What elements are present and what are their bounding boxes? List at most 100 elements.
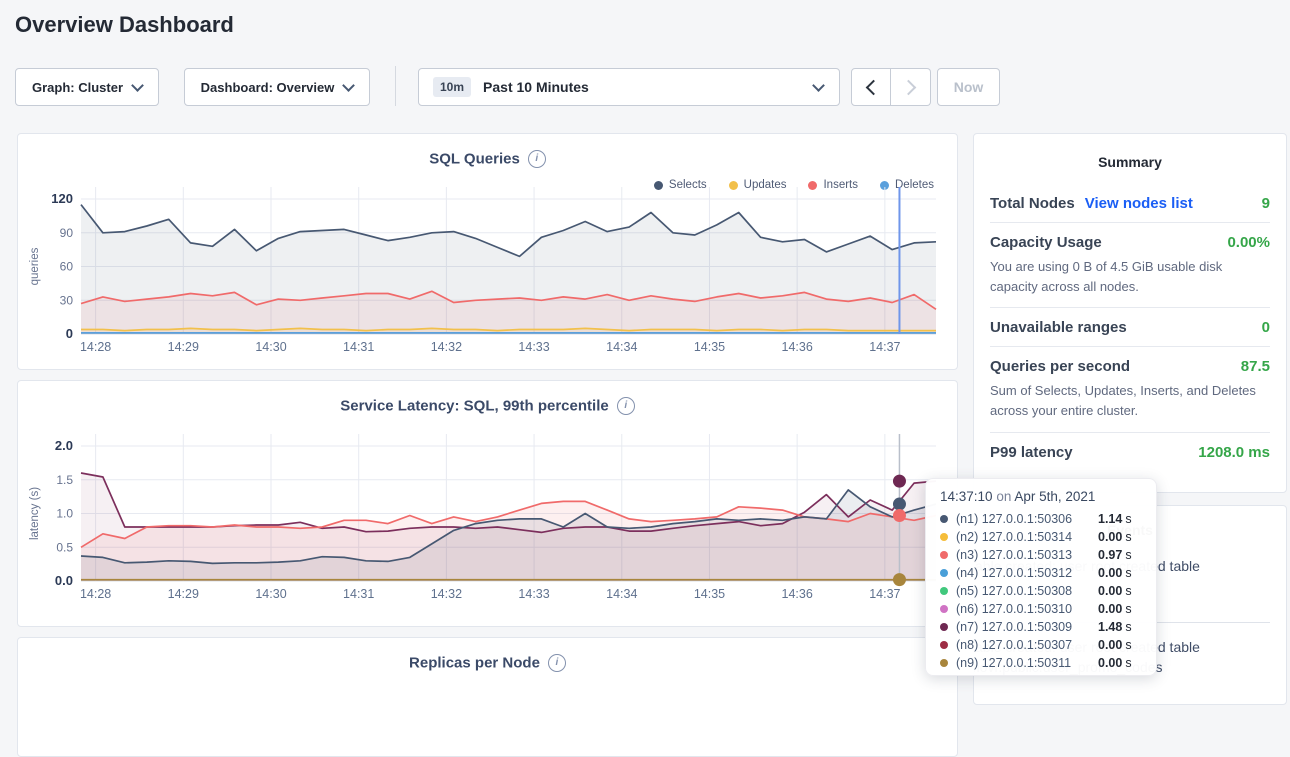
svg-text:14:34: 14:34 xyxy=(606,587,637,601)
latency-unit: s xyxy=(1125,656,1131,670)
tooltip-node-row: (n7) 127.0.0.1:503091.48s xyxy=(940,618,1142,636)
node-latency-value: 0.00 xyxy=(1098,530,1122,544)
svg-text:14:35: 14:35 xyxy=(694,340,725,354)
node-color-dot xyxy=(940,569,948,577)
svg-text:0.5: 0.5 xyxy=(56,540,73,554)
summary-rows: Total Nodes View nodes list 9 Capacity Usag… xyxy=(990,184,1270,471)
node-address: (n4) 127.0.0.1:50312 xyxy=(956,566,1098,580)
summary-row: P99 latency1208.0 ms xyxy=(990,433,1270,471)
node-latency-value: 0.00 xyxy=(1098,602,1122,616)
summary-value: 9 xyxy=(1262,195,1270,212)
latency-unit: s xyxy=(1125,602,1131,616)
summary-value: 87.5 xyxy=(1241,358,1270,375)
dashboard-dropdown[interactable]: Dashboard: Overview xyxy=(184,68,370,106)
summary-label: Unavailable ranges xyxy=(990,319,1127,336)
summary-title: Summary xyxy=(990,154,1270,170)
node-latency-value: 0.00 xyxy=(1098,584,1122,598)
svg-text:14:31: 14:31 xyxy=(343,587,374,601)
summary-subtext: You are using 0 B of 4.5 GiB usable disk… xyxy=(990,257,1270,297)
node-latency-value: 0.00 xyxy=(1098,638,1122,652)
summary-label: P99 latency xyxy=(990,444,1073,461)
time-range-dropdown[interactable]: 10m Past 10 Minutes xyxy=(418,68,840,106)
node-color-dot xyxy=(940,587,948,595)
summary-row: Capacity Usage0.00%You are using 0 B of … xyxy=(990,223,1270,308)
tooltip-node-row: (n2) 127.0.0.1:503140.00s xyxy=(940,528,1142,546)
controls-divider xyxy=(395,66,396,106)
time-next-button[interactable] xyxy=(891,68,931,106)
tooltip-node-row: (n8) 127.0.0.1:503070.00s xyxy=(940,636,1142,654)
sql-queries-panel: SQL Queriesi SelectsUpdatesInsertsDelete… xyxy=(17,133,958,370)
svg-text:14:33: 14:33 xyxy=(518,587,549,601)
svg-text:latency (s): latency (s) xyxy=(29,487,41,540)
svg-text:14:37: 14:37 xyxy=(869,340,900,354)
svg-text:14:29: 14:29 xyxy=(168,587,199,601)
node-latency-value: 1.48 xyxy=(1098,620,1122,634)
node-address: (n6) 127.0.0.1:50310 xyxy=(956,602,1098,616)
node-latency-value: 0.97 xyxy=(1098,548,1122,562)
latency-unit: s xyxy=(1125,620,1131,634)
tooltip-node-row: (n5) 127.0.0.1:503080.00s xyxy=(940,582,1142,600)
svg-text:14:28: 14:28 xyxy=(80,587,111,601)
now-button[interactable]: Now xyxy=(937,68,1000,106)
tooltip-node-row: (n9) 127.0.0.1:503110.00s xyxy=(940,654,1142,672)
node-latency-value: 1.14 xyxy=(1098,512,1122,526)
dashboard-dropdown-label: Dashboard: Overview xyxy=(201,80,335,95)
svg-text:14:31: 14:31 xyxy=(343,340,374,354)
tooltip-node-row: (n1) 127.0.0.1:503061.14s xyxy=(940,510,1142,528)
node-address: (n1) 127.0.0.1:50306 xyxy=(956,512,1098,526)
svg-text:14:29: 14:29 xyxy=(168,340,199,354)
svg-text:14:32: 14:32 xyxy=(431,587,462,601)
node-address: (n7) 127.0.0.1:50309 xyxy=(956,620,1098,634)
svg-text:14:36: 14:36 xyxy=(782,340,813,354)
svg-text:14:35: 14:35 xyxy=(694,587,725,601)
time-range-badge: 10m xyxy=(433,77,471,97)
tooltip-timestamp: 14:37:10 on Apr 5th, 2021 xyxy=(940,489,1142,504)
node-color-dot xyxy=(940,641,948,649)
svg-text:0.0: 0.0 xyxy=(55,573,73,588)
summary-subtext: Sum of Selects, Updates, Inserts, and De… xyxy=(990,381,1270,421)
svg-text:14:37: 14:37 xyxy=(869,587,900,601)
graph-dropdown[interactable]: Graph: Cluster xyxy=(15,68,159,106)
page-title: Overview Dashboard xyxy=(15,12,234,38)
svg-text:60: 60 xyxy=(60,260,74,274)
latency-hover-tooltip: 14:37:10 on Apr 5th, 2021 (n1) 127.0.0.1… xyxy=(925,478,1157,676)
tooltip-node-row: (n4) 127.0.0.1:503120.00s xyxy=(940,564,1142,582)
node-color-dot xyxy=(940,515,948,523)
replicas-per-node-panel: Replicas per Nodei xyxy=(17,637,958,757)
node-address: (n8) 127.0.0.1:50307 xyxy=(956,638,1098,652)
sql-queries-chart[interactable]: 030609012014:2814:2914:3014:3114:3214:33… xyxy=(18,134,957,369)
time-range-label: Past 10 Minutes xyxy=(483,79,804,95)
view-nodes-list-link[interactable]: View nodes list xyxy=(1085,195,1193,212)
tooltip-node-row: (n6) 127.0.0.1:503100.00s xyxy=(940,600,1142,618)
tooltip-node-row: (n3) 127.0.0.1:503130.97s xyxy=(940,546,1142,564)
svg-text:queries: queries xyxy=(29,247,41,285)
svg-text:1.5: 1.5 xyxy=(56,473,73,487)
latency-unit: s xyxy=(1125,530,1131,544)
summary-row: Total Nodes View nodes list 9 xyxy=(990,184,1270,223)
node-color-dot xyxy=(940,623,948,631)
node-color-dot xyxy=(940,605,948,613)
latency-unit: s xyxy=(1125,584,1131,598)
svg-text:2.0: 2.0 xyxy=(55,438,73,453)
summary-label: Total Nodes xyxy=(990,195,1075,212)
node-latency-value: 0.00 xyxy=(1098,566,1122,580)
svg-text:1.0: 1.0 xyxy=(56,507,73,521)
chevron-right-icon xyxy=(901,79,917,95)
node-color-dot xyxy=(940,659,948,667)
node-color-dot xyxy=(940,533,948,541)
svg-text:14:36: 14:36 xyxy=(782,587,813,601)
service-latency-panel: Service Latency: SQL, 99th percentilei 0… xyxy=(17,380,958,627)
replicas-per-node-title: Replicas per Nodei xyxy=(18,654,957,672)
chevron-left-icon xyxy=(865,79,881,95)
latency-unit: s xyxy=(1125,638,1131,652)
time-prev-button[interactable] xyxy=(851,68,891,106)
svg-text:14:34: 14:34 xyxy=(606,340,637,354)
summary-panel: Summary Total Nodes View nodes list 9 Capac… xyxy=(973,133,1287,493)
service-latency-chart[interactable]: 0.00.51.01.52.014:2814:2914:3014:3114:32… xyxy=(18,381,957,626)
info-icon[interactable]: i xyxy=(548,654,566,672)
latency-unit: s xyxy=(1125,566,1131,580)
summary-label: Queries per second xyxy=(990,358,1130,375)
svg-text:90: 90 xyxy=(60,226,74,240)
node-color-dot xyxy=(940,551,948,559)
chevron-down-icon xyxy=(812,79,825,92)
